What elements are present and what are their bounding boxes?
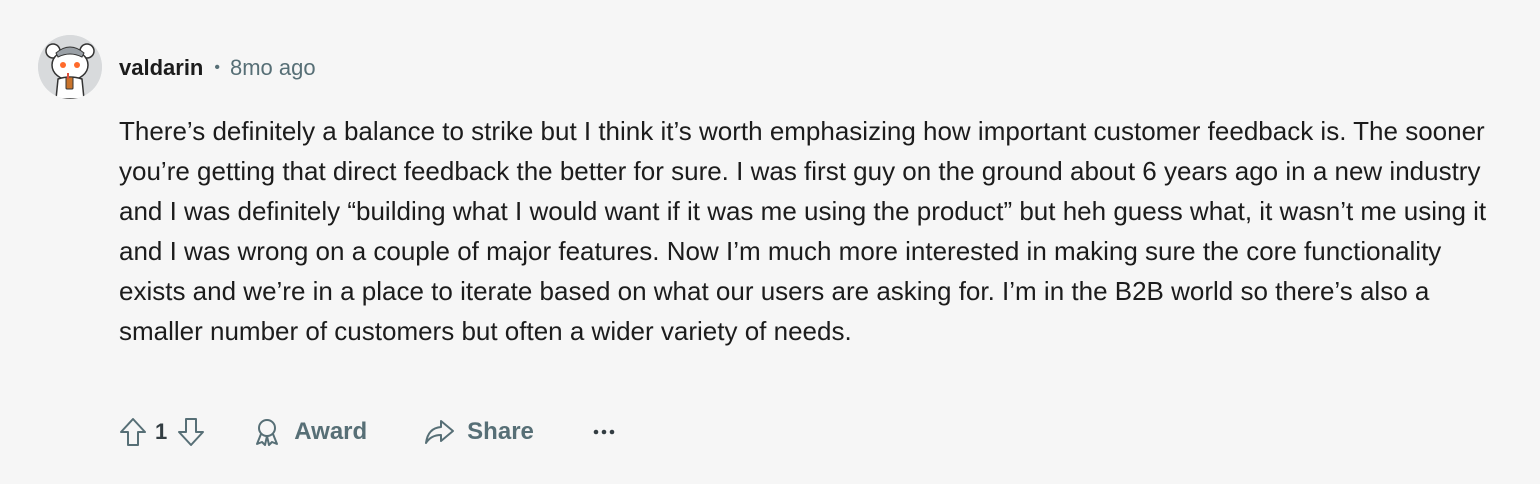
more-options-button[interactable] [590, 412, 618, 452]
upvote-button[interactable] [116, 412, 150, 452]
award-button[interactable]: Award [252, 412, 367, 452]
avatar[interactable] [38, 35, 102, 99]
comment-action-bar: 1 Award Share [116, 412, 618, 452]
share-button[interactable]: Share [423, 412, 534, 452]
share-arrow-icon [425, 420, 455, 444]
vote-score: 1 [155, 419, 168, 444]
ellipsis-icon [593, 429, 615, 435]
author-link[interactable]: valdarin [119, 55, 203, 81]
comment-card: valdarin • 8mo ago There’s definitely a … [0, 0, 1540, 484]
arrow-up-outline-icon [120, 418, 146, 446]
downvote-button[interactable] [174, 412, 208, 452]
arrow-down-outline-icon [178, 418, 205, 446]
comment-meta: valdarin • 8mo ago [119, 54, 316, 82]
comment-body: There’s definitely a balance to strike b… [119, 116, 1487, 346]
meta-separator: • [214, 59, 220, 76]
snoo-avatar-image [38, 35, 102, 99]
award-ribbon-icon [256, 419, 279, 446]
share-label: Share [467, 418, 534, 445]
comment-timestamp[interactable]: 8mo ago [230, 55, 316, 81]
award-label: Award [294, 418, 368, 445]
vote-controls: 1 [116, 412, 208, 452]
